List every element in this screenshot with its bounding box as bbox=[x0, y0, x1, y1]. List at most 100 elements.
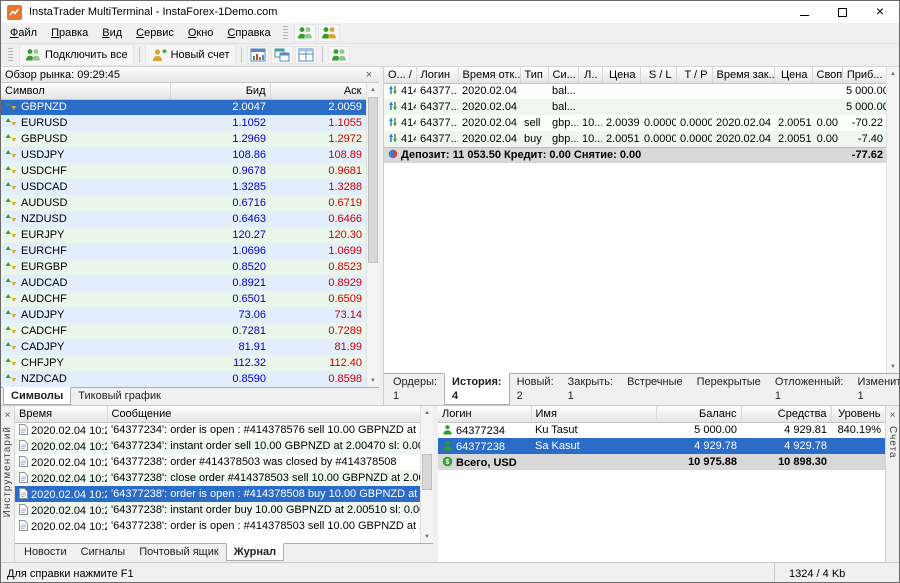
tab[interactable]: Отложенный: 1 bbox=[768, 374, 851, 404]
order-row[interactable]: 414... 64377... 2020.02.04 ... bal... bbox=[384, 83, 886, 99]
column-header-symbol[interactable]: Символ bbox=[1, 83, 170, 99]
column-header-close-price[interactable]: Цена bbox=[774, 67, 812, 83]
column-header-level[interactable]: Уровень bbox=[831, 406, 885, 422]
new-account-button[interactable]: Новый счет bbox=[145, 44, 236, 66]
toolbar-grip[interactable] bbox=[8, 48, 13, 62]
scroll-down-icon[interactable] bbox=[421, 530, 433, 543]
menu-item[interactable]: Файл bbox=[3, 23, 44, 43]
connect-all-button[interactable]: Подключить все bbox=[19, 44, 134, 66]
market-watch-scrollbar[interactable] bbox=[366, 83, 379, 387]
minimize-button[interactable] bbox=[785, 1, 823, 23]
close-button[interactable] bbox=[861, 1, 899, 23]
scroll-up-icon[interactable] bbox=[421, 406, 433, 419]
scroll-thumb[interactable] bbox=[368, 97, 378, 263]
column-header-login[interactable]: Логин bbox=[416, 67, 458, 83]
column-header-name[interactable]: Имя bbox=[531, 406, 656, 422]
column-header-symbol[interactable]: Си... bbox=[548, 67, 578, 83]
menu-item[interactable]: Окно bbox=[181, 23, 221, 43]
journal-row[interactable]: 2020.02.04 10:28:... '64377238': instant… bbox=[15, 502, 420, 518]
menu-item[interactable]: Сервис bbox=[129, 23, 181, 43]
column-header-login[interactable]: Логин bbox=[438, 406, 531, 422]
market-watch-row[interactable]: USDJPY 108.86 108.89 bbox=[1, 147, 366, 163]
scroll-up-icon[interactable] bbox=[887, 67, 899, 80]
column-header-message[interactable]: Сообщение bbox=[107, 406, 420, 422]
journal-scrollbar[interactable] bbox=[420, 406, 433, 543]
chart-view-button[interactable] bbox=[247, 46, 269, 64]
journal-row[interactable]: 2020.02.04 10:28:... '64377238': order i… bbox=[15, 518, 420, 534]
market-watch-row[interactable]: NZDCAD 0.8590 0.8598 bbox=[1, 371, 366, 387]
tab[interactable]: Закрыть: 1 bbox=[561, 374, 620, 404]
column-header-close-time[interactable]: Время зак... bbox=[712, 67, 774, 83]
journal-row[interactable]: 2020.02.04 10:29:... '64377234': instant… bbox=[15, 438, 420, 454]
accounts-button[interactable] bbox=[328, 46, 350, 64]
menu-item[interactable]: Справка bbox=[220, 23, 277, 43]
market-watch-row[interactable]: CHFJPY 112.32 112.40 bbox=[1, 355, 366, 371]
tab[interactable]: Встречные bbox=[620, 374, 690, 390]
grid-view-button[interactable] bbox=[295, 46, 317, 64]
tab[interactable]: Перекрытые bbox=[690, 374, 768, 390]
tab[interactable]: Сигналы bbox=[74, 544, 133, 560]
tile-windows-button[interactable] bbox=[271, 46, 293, 64]
market-watch-row[interactable]: CADJPY 81.91 81.99 bbox=[1, 339, 366, 355]
column-header-price[interactable]: Цена bbox=[602, 67, 640, 83]
column-header-type[interactable]: Тип bbox=[520, 67, 548, 83]
tab[interactable]: Почтовый ящик bbox=[132, 544, 225, 560]
column-header-bid[interactable]: Бид bbox=[170, 83, 270, 99]
tab[interactable]: Ордеры: 1 bbox=[386, 374, 444, 404]
column-header-sl[interactable]: S / L bbox=[640, 67, 676, 83]
column-header-ask[interactable]: Аск bbox=[270, 83, 366, 99]
tab[interactable]: Новый: 2 bbox=[510, 374, 561, 404]
journal-row[interactable]: 2020.02.04 10:29:... '64377234': order i… bbox=[15, 422, 420, 438]
column-header-time[interactable]: Время bbox=[15, 406, 107, 422]
panel-close-icon[interactable] bbox=[5, 409, 11, 421]
tab[interactable]: История: 4 bbox=[444, 373, 510, 405]
market-watch-row[interactable]: NZDUSD 0.6463 0.6466 bbox=[1, 211, 366, 227]
market-watch-row[interactable]: AUDCHF 0.6501 0.6509 bbox=[1, 291, 366, 307]
order-row[interactable]: 414... 64377... 2020.02.04 ... buy gbp..… bbox=[384, 131, 886, 147]
market-watch-row[interactable]: EURCHF 1.0696 1.0699 bbox=[1, 243, 366, 259]
column-header-order[interactable]: О... / bbox=[384, 67, 416, 83]
journal-row[interactable]: 2020.02.04 10:28:... '64377238': order i… bbox=[15, 486, 420, 502]
column-header-swap[interactable]: Своп bbox=[812, 67, 842, 83]
market-watch-row[interactable]: EURUSD 1.1052 1.1055 bbox=[1, 115, 366, 131]
toolbar-grip[interactable] bbox=[283, 26, 288, 40]
tab[interactable]: Изменить: 1 bbox=[850, 374, 899, 404]
market-watch-row[interactable]: GBPNZD 2.0047 2.0059 bbox=[1, 99, 366, 115]
tab[interactable]: Символы bbox=[3, 387, 71, 405]
tab[interactable]: Журнал bbox=[226, 543, 284, 561]
column-header-profit[interactable]: Приб... bbox=[842, 67, 886, 83]
column-header-lots[interactable]: Л.. bbox=[578, 67, 602, 83]
journal-row[interactable]: 2020.02.04 10:28:... '64377238': order #… bbox=[15, 454, 420, 470]
journal-row[interactable]: 2020.02.04 10:28:... '64377238': close o… bbox=[15, 470, 420, 486]
market-watch-row[interactable]: EURJPY 120.27 120.30 bbox=[1, 227, 366, 243]
accounts-toolbar-button-1[interactable] bbox=[294, 24, 316, 42]
market-watch-row[interactable]: AUDJPY 73.06 73.14 bbox=[1, 307, 366, 323]
tab[interactable]: Новости bbox=[17, 544, 74, 560]
market-watch-row[interactable]: CADCHF 0.7281 0.7289 bbox=[1, 323, 366, 339]
scroll-down-icon[interactable] bbox=[367, 374, 379, 387]
order-row[interactable]: 414... 64377... 2020.02.04 ... sell gbp.… bbox=[384, 115, 886, 131]
column-header-tp[interactable]: T / P bbox=[676, 67, 712, 83]
order-row[interactable]: 414... 64377... 2020.02.04 ... bal... bbox=[384, 99, 886, 115]
account-row[interactable]: 64377234 Ku Tasut 5 000.00 4 929.81 840.… bbox=[438, 422, 885, 438]
tab[interactable]: Тиковый график bbox=[71, 388, 168, 404]
menu-item[interactable]: Вид bbox=[95, 23, 129, 43]
scroll-thumb[interactable] bbox=[422, 454, 432, 490]
market-watch-row[interactable]: AUDCAD 0.8921 0.8929 bbox=[1, 275, 366, 291]
panel-close-icon[interactable] bbox=[363, 69, 375, 81]
scroll-down-icon[interactable] bbox=[887, 360, 899, 373]
accounts-toolbar-button-2[interactable] bbox=[318, 24, 340, 42]
market-watch-row[interactable]: EURGBP 0.8520 0.8523 bbox=[1, 259, 366, 275]
panel-close-icon[interactable] bbox=[890, 409, 896, 421]
account-row[interactable]: 64377238 Sa Kasut 4 929.78 4 929.78 bbox=[438, 438, 885, 454]
market-watch-row[interactable]: GBPUSD 1.2969 1.2972 bbox=[1, 131, 366, 147]
orders-scrollbar[interactable] bbox=[886, 67, 899, 373]
market-watch-row[interactable]: USDCHF 0.9678 0.9681 bbox=[1, 163, 366, 179]
column-header-equity[interactable]: Средства bbox=[741, 406, 831, 422]
maximize-button[interactable] bbox=[823, 1, 861, 23]
market-watch-row[interactable]: AUDUSD 0.6716 0.6719 bbox=[1, 195, 366, 211]
column-header-open-time[interactable]: Время отк... bbox=[458, 67, 520, 83]
market-watch-row[interactable]: USDCAD 1.3285 1.3288 bbox=[1, 179, 366, 195]
menu-item[interactable]: Правка bbox=[44, 23, 95, 43]
scroll-up-icon[interactable] bbox=[367, 83, 379, 96]
